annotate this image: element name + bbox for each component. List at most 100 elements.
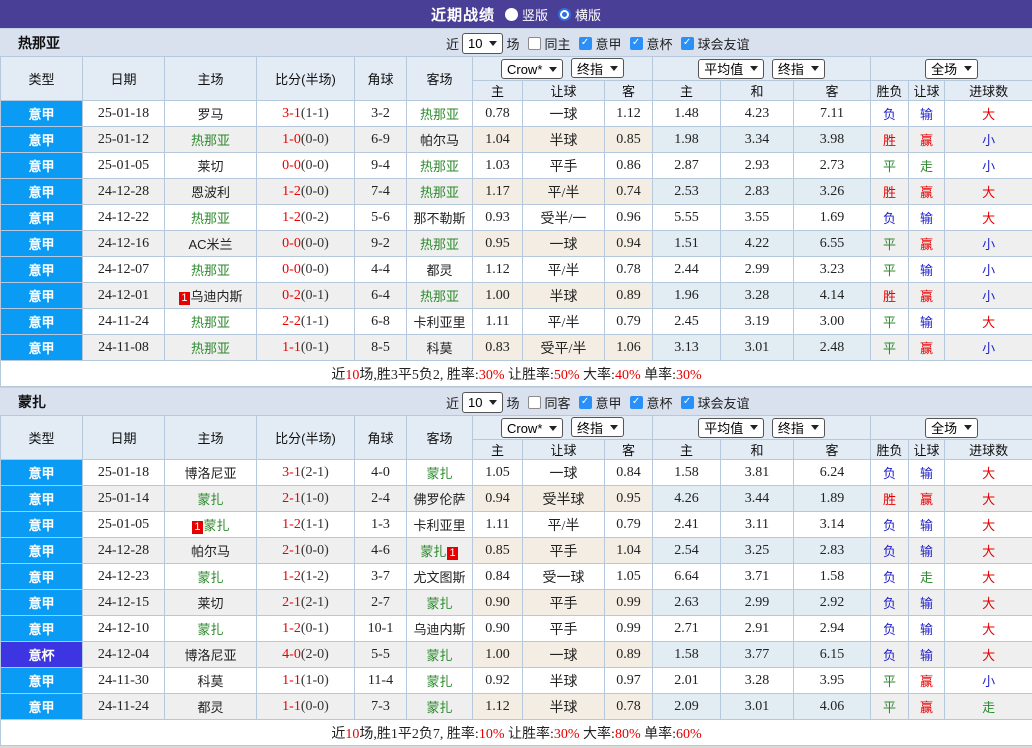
avg-away-odds: 1.89 [794,486,871,512]
league-checkbox[interactable]: ✓ [579,396,592,409]
bookmaker-select[interactable]: Crow* [501,418,563,438]
corner-cell: 6-4 [355,283,407,309]
crow-home-odds: 0.85 [473,538,523,564]
layout-horizontal-option[interactable]: 横版 [558,5,601,24]
halftime-score: (0-0) [301,132,329,147]
avg-away-odds: 1.58 [794,564,871,590]
average-select[interactable]: 平均值 [698,418,764,438]
fulltime-score: 2-1 [282,543,301,558]
away-team-cell: 乌迪内斯 [407,616,473,642]
handicap-result-cell: 赢 [909,694,945,720]
crow-away-odds: 0.74 [605,179,653,205]
result-cell: 负 [871,460,909,486]
away-team-cell: 卡利亚里 [407,309,473,335]
summary-text: 单率: [641,727,676,742]
score-cell: 1-0(0-0) [257,127,355,153]
red-card-badge: 1 [179,292,189,305]
cup-checkbox[interactable]: ✓ [630,396,643,409]
crow-handicap: 一球 [523,460,605,486]
team-name: 热那亚 [18,33,60,53]
home-team-cell: 1蒙扎 [165,512,257,538]
halftime-score: (0-1) [301,621,329,636]
col-handicap-result: 让球 [909,81,945,101]
team-label: 热那亚 [191,263,230,278]
avg-away-odds: 2.94 [794,616,871,642]
handicap-result-cell: 输 [909,642,945,668]
average-stage-select[interactable]: 终指 [772,418,825,438]
same-venue-checkbox[interactable] [528,37,541,50]
home-team-cell: 1乌迪内斯 [165,283,257,309]
average-select[interactable]: 平均值 [698,59,764,79]
friendly-checkbox[interactable]: ✓ [681,396,694,409]
score-cell: 2-2(1-1) [257,309,355,335]
halftime-score: (2-1) [301,595,329,610]
match-row: 意杯24-12-04博洛尼亚4-0(2-0)5-5蒙扎1.00一球0.891.5… [1,642,1032,668]
odds-stage-select[interactable]: 终指 [571,417,624,437]
col-type: 类型 [1,57,83,101]
crow-home-odds: 1.17 [473,179,523,205]
team-label: 热那亚 [420,289,459,304]
handicap-result-cell: 赢 [909,231,945,257]
fulltime-select[interactable]: 全场 [925,59,978,79]
summary-text: 场,胜1平2负7, 胜率: [359,727,478,742]
recent-count-select[interactable]: 10 [462,33,503,54]
home-team-cell: 蒙扎 [165,616,257,642]
score-cell: 0-0(0-0) [257,153,355,179]
match-date: 24-12-04 [83,642,165,668]
match-row: 意甲24-12-07热那亚0-0(0-0)4-4都灵1.12平/半0.782.4… [1,257,1032,283]
halftime-score: (0-0) [301,158,329,173]
halftime-score: (2-1) [301,465,329,480]
odds-stage-select[interactable]: 终指 [571,58,624,78]
same-venue-label: 同主 [545,34,571,53]
horizontal-radio-label: 横版 [575,5,601,24]
avg-draw-odds: 2.91 [721,616,794,642]
average-stage-select[interactable]: 终指 [772,59,825,79]
recent-count-select[interactable]: 10 [462,392,503,413]
summary-text: 近 [331,727,345,742]
fulltime-score: 1-1 [282,699,301,714]
avg-home-odds: 2.54 [653,538,721,564]
cup-checkbox[interactable]: ✓ [630,37,643,50]
horizontal-radio-icon[interactable] [558,8,571,21]
match-row: 意甲25-01-18博洛尼亚3-1(2-1)4-0蒙扎1.05一球0.841.5… [1,460,1032,486]
col-result: 胜负 [871,81,909,101]
league-checkbox[interactable]: ✓ [579,37,592,50]
section-bar: 蒙扎 近 10 场 同客 ✓ 意甲 ✓ 意杯 ✓ 球会友谊 [0,387,1032,415]
layout-vertical-option[interactable]: 竖版 [505,5,548,24]
crow-away-odds: 1.05 [605,564,653,590]
match-date: 25-01-05 [83,153,165,179]
match-date: 25-01-12 [83,127,165,153]
crow-home-odds: 1.11 [473,512,523,538]
home-team-cell: 帕尔马 [165,538,257,564]
vertical-radio-icon[interactable] [505,8,518,21]
match-date: 24-12-10 [83,616,165,642]
fulltime-score: 1-1 [282,340,301,355]
score-cell: 2-1(2-1) [257,590,355,616]
crow-handicap: 半球 [523,127,605,153]
score-cell: 0-0(0-0) [257,231,355,257]
handicap-result-cell: 输 [909,512,945,538]
match-row: 意甲25-01-18罗马3-1(1-1)3-2热那亚0.78一球1.121.48… [1,101,1032,127]
score-cell: 0-2(0-1) [257,283,355,309]
crow-home-odds: 0.93 [473,205,523,231]
crow-home-odds: 1.05 [473,460,523,486]
same-venue-checkbox[interactable] [528,396,541,409]
avg-home-odds: 2.41 [653,512,721,538]
chevron-down-icon [811,425,819,430]
sub-a: 客 [794,440,871,460]
fulltime-select[interactable]: 全场 [925,418,978,438]
summary-highlight: 10% [479,727,505,742]
friendly-checkbox[interactable]: ✓ [681,37,694,50]
match-type-badge: 意甲 [1,127,83,153]
crow-home-odds: 0.90 [473,616,523,642]
crow-away-odds: 0.84 [605,460,653,486]
away-team-cell: 热那亚 [407,231,473,257]
team-label: 乌迪内斯 [191,289,243,304]
summary-highlight: 10 [345,727,359,742]
league-label: 意甲 [596,34,622,53]
bookmaker-select[interactable]: Crow* [501,59,563,79]
match-type-badge: 意甲 [1,564,83,590]
fulltime-score: 1-2 [282,517,301,532]
result-cell: 平 [871,335,909,361]
home-team-cell: 莱切 [165,590,257,616]
